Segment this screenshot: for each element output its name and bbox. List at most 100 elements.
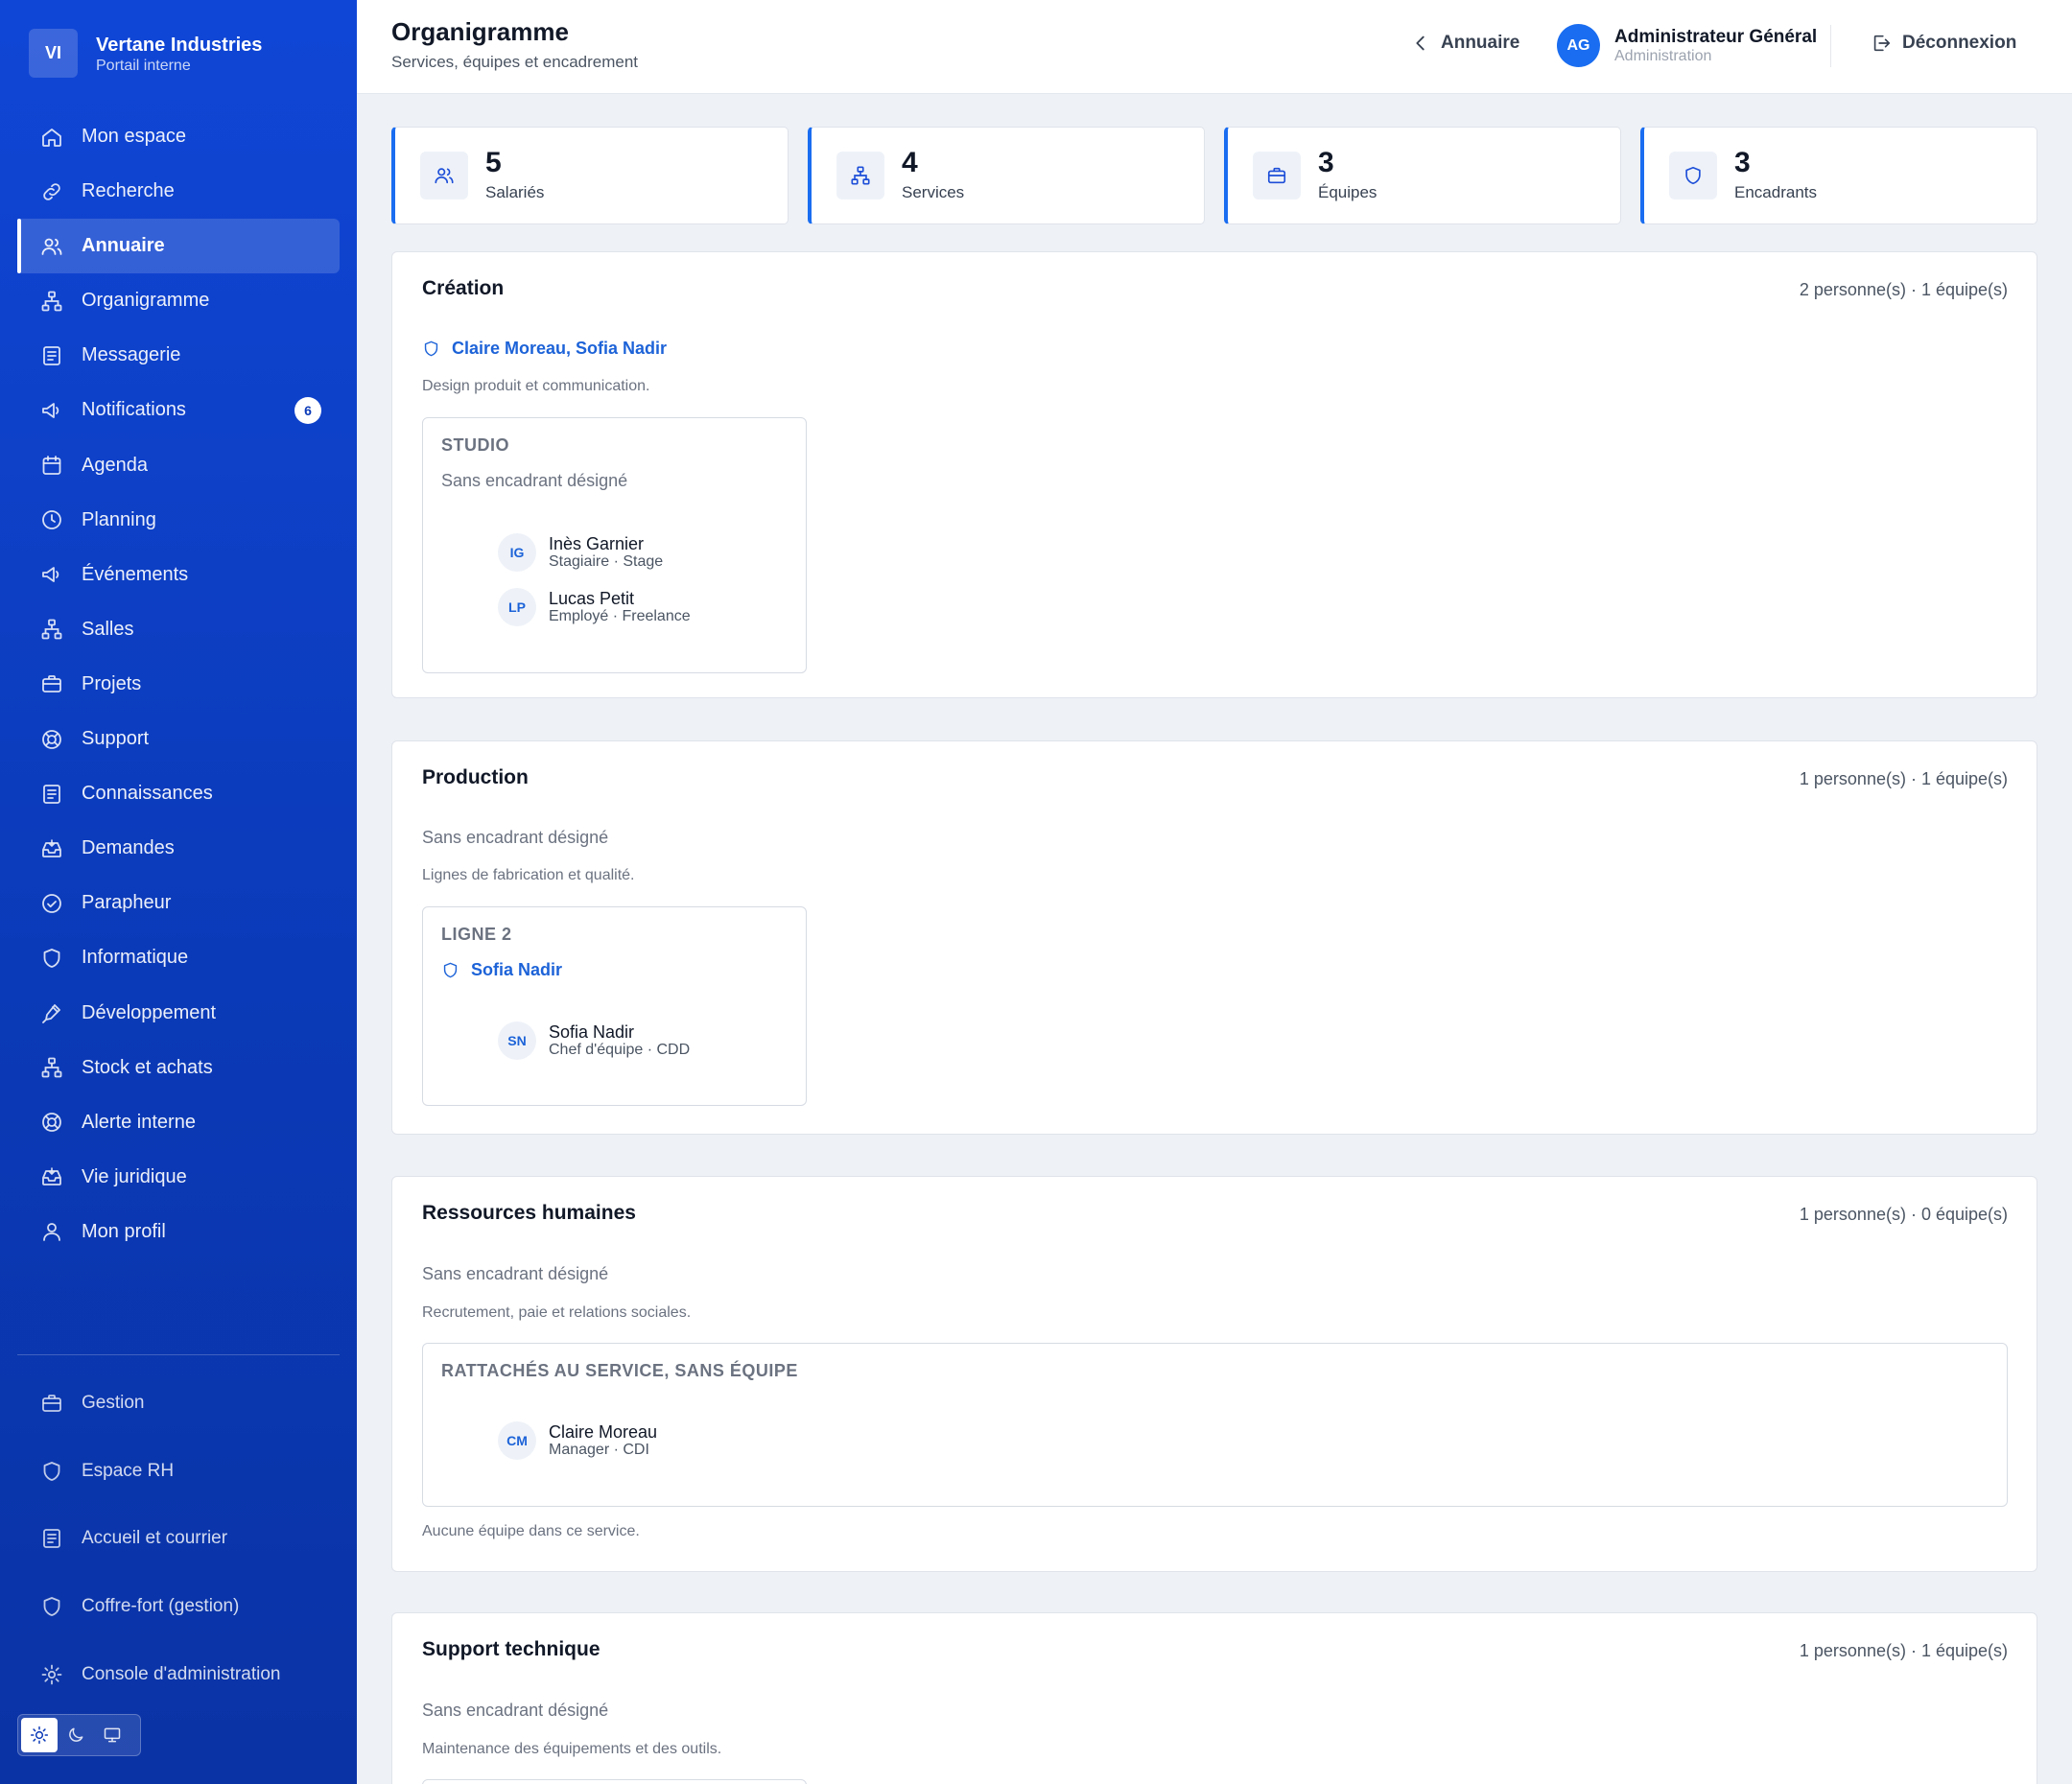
top-header: Organigramme Services, équipes et encadr…	[357, 0, 2072, 94]
stat-card-encadrants: 3 Encadrants	[1640, 127, 2037, 224]
service-managers-link[interactable]: Claire Moreau, Sofia Nadir	[422, 339, 667, 359]
sidebar-item-support[interactable]: Support	[17, 712, 340, 766]
document-icon	[40, 344, 63, 367]
brand-name: Vertane Industries	[96, 34, 263, 56]
org-chart-icon	[40, 290, 63, 313]
back-label: Annuaire	[1441, 33, 1520, 53]
service-card-creation: Création 2 personne(s) · 1 équipe(s) Cla…	[391, 251, 2037, 698]
sidebar-item-alerte-interne[interactable]: Alerte interne	[17, 1095, 340, 1150]
unassigned-members-card: RATTACHÉS AU SERVICE, SANS ÉQUIPE CM Cla…	[422, 1343, 2008, 1507]
sidebar-item-console-admin[interactable]: Console d'administration	[17, 1640, 340, 1708]
member-name: Lucas Petit	[549, 588, 635, 608]
briefcase-icon	[1253, 152, 1301, 200]
notification-count-badge: 6	[294, 397, 321, 425]
member-name: Inès Garnier	[549, 533, 645, 553]
logout-button[interactable]: Déconnexion	[1871, 33, 2016, 54]
member-ines-garnier[interactable]: IG Inès Garnier Stagiaire · Stage	[498, 533, 663, 572]
theme-system-button[interactable]	[94, 1718, 130, 1752]
service-no-manager: Sans encadrant désigné	[422, 828, 609, 847]
sidebar-item-evenements[interactable]: Événements	[17, 548, 340, 602]
sidebar-item-label: Informatique	[82, 947, 189, 969]
theme-dark-button[interactable]	[58, 1718, 94, 1752]
sidebar-item-parapheur[interactable]: Parapheur	[17, 876, 340, 930]
sidebar-item-accueil-courrier[interactable]: Accueil et courrier	[17, 1505, 340, 1573]
service-description: Lignes de fabrication et qualité.	[422, 867, 635, 883]
moon-icon	[66, 1725, 85, 1745]
service-card-support-technique: Support technique 1 personne(s) · 1 équi…	[391, 1612, 2037, 1784]
team-manager: Sofia Nadir	[471, 960, 563, 979]
briefcase-icon	[40, 1392, 63, 1415]
service-description: Maintenance des équipements et des outil…	[422, 1741, 722, 1757]
back-to-annuaire-link[interactable]: Annuaire	[1410, 33, 1519, 54]
sidebar-item-annuaire[interactable]: Annuaire	[17, 219, 340, 274]
sidebar-item-coffre-fort[interactable]: Coffre-fort (gestion)	[17, 1573, 340, 1641]
sidebar-item-mon-espace[interactable]: Mon espace	[17, 109, 340, 164]
stat-card-equipes: 3 Équipes	[1224, 127, 1621, 224]
sidebar-item-label: Gestion	[82, 1393, 145, 1414]
sidebar-item-notifications[interactable]: Notifications 6	[17, 383, 340, 437]
team-name: RATTACHÉS AU SERVICE, SANS ÉQUIPE	[441, 1361, 798, 1380]
team-name: STUDIO	[441, 435, 510, 455]
user-menu[interactable]: AG Administrateur Général Administration	[1557, 24, 1817, 67]
member-name: Claire Moreau	[549, 1421, 658, 1442]
sidebar-item-label: Accueil et courrier	[82, 1528, 228, 1549]
page-title: Organigramme	[391, 17, 569, 46]
team-name: LIGNE 2	[441, 925, 512, 944]
sidebar-item-label: Console d'administration	[82, 1663, 281, 1684]
sidebar-item-organigramme[interactable]: Organigramme	[17, 273, 340, 328]
sidebar-item-salles[interactable]: Salles	[17, 602, 340, 657]
service-description: Design produit et communication.	[422, 378, 650, 394]
megaphone-icon	[40, 399, 63, 422]
sidebar-item-label: Projets	[82, 672, 142, 694]
member-claire-moreau[interactable]: CM Claire Moreau Manager · CDI	[498, 1421, 657, 1460]
sidebar-item-developpement[interactable]: Développement	[17, 986, 340, 1041]
sidebar-item-espace-rh[interactable]: Espace RH	[17, 1438, 340, 1506]
team-manager-link[interactable]: Sofia Nadir	[441, 960, 562, 980]
theme-light-button[interactable]	[21, 1718, 58, 1752]
member-lucas-petit[interactable]: LP Lucas Petit Employé · Freelance	[498, 588, 691, 626]
sidebar-item-informatique[interactable]: Informatique	[17, 930, 340, 985]
service-title: Production	[422, 766, 529, 788]
service-card-production: Production 1 personne(s) · 1 équipe(s) S…	[391, 740, 2037, 1135]
chevron-left-icon	[1410, 33, 1431, 54]
stat-label: Équipes	[1318, 183, 1377, 201]
stat-card-salaries: 5 Salariés	[391, 127, 789, 224]
document-icon	[40, 1527, 63, 1550]
stat-value: 4	[902, 147, 918, 178]
sidebar-item-label: Demandes	[82, 837, 175, 859]
sidebar-item-stock-achats[interactable]: Stock et achats	[17, 1041, 340, 1095]
sidebar-item-mon-profil[interactable]: Mon profil	[17, 1205, 340, 1259]
stat-label: Encadrants	[1734, 183, 1817, 201]
sidebar-admin-nav: Gestion Espace RH Accueil et courrier Co…	[17, 1370, 340, 1708]
sidebar-item-gestion[interactable]: Gestion	[17, 1370, 340, 1438]
avatar: LP	[498, 588, 536, 626]
document-icon	[40, 783, 63, 806]
brand-subtitle: Portail interne	[96, 57, 191, 74]
sidebar-nav: Mon espace Recherche Annuaire Organigram…	[17, 109, 340, 1259]
sidebar-item-label: Organigramme	[82, 290, 210, 312]
sidebar-item-messagerie[interactable]: Messagerie	[17, 328, 340, 383]
no-team-note: Aucune équipe dans ce service.	[422, 1523, 640, 1539]
sidebar-item-vie-juridique[interactable]: Vie juridique	[17, 1150, 340, 1205]
avatar: SN	[498, 1021, 536, 1060]
sidebar-item-agenda[interactable]: Agenda	[17, 438, 340, 493]
theme-switcher	[17, 1714, 141, 1756]
shield-icon	[40, 1595, 63, 1618]
users-icon	[40, 235, 63, 258]
member-role: Manager · CDI	[549, 1441, 649, 1458]
member-role: Stagiaire · Stage	[549, 552, 664, 570]
sidebar-item-planning[interactable]: Planning	[17, 493, 340, 548]
sidebar-item-demandes[interactable]: Demandes	[17, 821, 340, 876]
sidebar-item-label: Salles	[82, 618, 134, 640]
service-meta: 1 personne(s) · 1 équipe(s)	[1799, 1641, 2008, 1660]
sidebar-item-label: Alerte interne	[82, 1111, 196, 1133]
member-sofia-nadir[interactable]: SN Sofia Nadir Chef d'équipe · CDD	[498, 1021, 690, 1060]
sidebar-item-recherche[interactable]: Recherche	[17, 164, 340, 219]
sidebar-item-label: Planning	[82, 508, 156, 530]
service-meta: 1 personne(s) · 0 équipe(s)	[1799, 1205, 2008, 1224]
brand[interactable]: VI Vertane Industries Portail interne	[29, 29, 262, 78]
clock-icon	[40, 508, 63, 531]
sidebar-item-connaissances[interactable]: Connaissances	[17, 766, 340, 821]
inbox-icon	[40, 1165, 63, 1188]
sidebar-item-projets[interactable]: Projets	[17, 657, 340, 712]
